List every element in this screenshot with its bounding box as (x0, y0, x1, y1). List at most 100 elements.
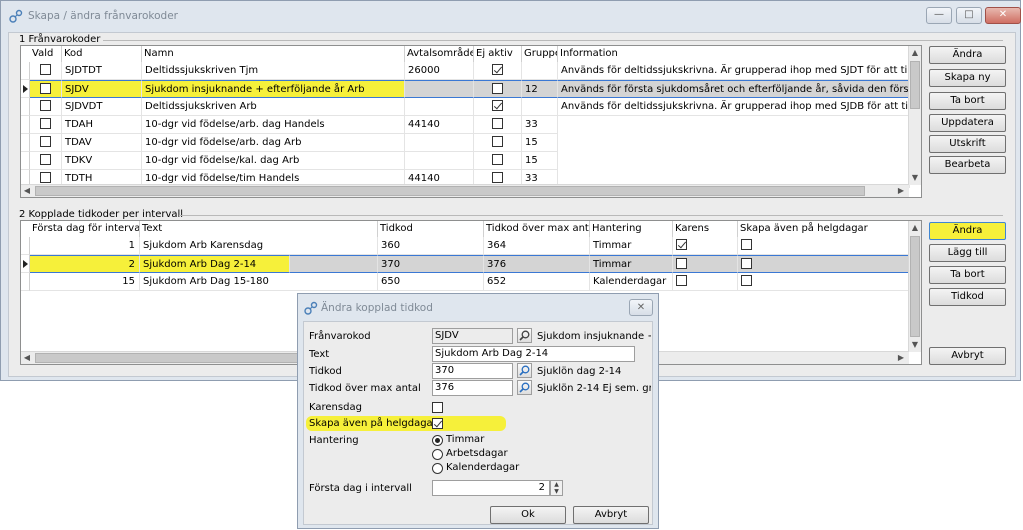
ej-aktiv-checkbox[interactable] (492, 63, 503, 75)
grid1-horizontal-scrollbar[interactable]: ◀ ▶ (21, 184, 909, 197)
avbryt-main-button[interactable]: Avbryt (929, 347, 1006, 365)
ej-aktiv-checkbox[interactable] (492, 117, 503, 129)
col-header-grupperad[interactable]: Grupperad (522, 46, 558, 62)
col-header-text[interactable]: Text (140, 221, 378, 237)
tidkod-lookup-button[interactable] (517, 363, 532, 378)
radio-kalenderdagar-label[interactable]: Kalenderdagar (446, 462, 519, 473)
franvarokod-lookup-button[interactable] (517, 328, 532, 343)
radio-arbetsdagar-label[interactable]: Arbetsdagar (446, 448, 508, 459)
table-row-selected[interactable]: 2 Sjukdom Arb Dag 2-14 370 376 Timmar (21, 255, 921, 273)
andra-tidkod-button[interactable]: Ändra (929, 222, 1006, 240)
row-header[interactable] (21, 116, 30, 134)
scroll-thumb[interactable] (35, 353, 315, 363)
helg-checkbox[interactable] (741, 238, 752, 250)
uppdatera-button[interactable]: Uppdatera (929, 114, 1006, 132)
scroll-right-icon[interactable]: ▶ (895, 185, 907, 197)
close-button[interactable]: ✕ (985, 7, 1021, 24)
col-header-ej-aktiv[interactable]: Ej aktiv (474, 46, 522, 62)
vald-checkbox[interactable] (40, 153, 51, 165)
scroll-thumb[interactable] (910, 61, 920, 109)
row-header[interactable] (21, 98, 30, 116)
ta-bort-button[interactable]: Ta bort (929, 92, 1006, 110)
dialog-close-button[interactable]: ✕ (629, 299, 653, 316)
grid1-vertical-scrollbar[interactable]: ▲ ▼ (908, 46, 921, 185)
ej-aktiv-checkbox[interactable] (492, 153, 503, 165)
radio-timmar[interactable] (432, 435, 443, 446)
table-row[interactable]: SJDTDT Deltidssjukskriven Tjm 26000 Anvä… (21, 62, 921, 80)
col-header-avtalsomrade[interactable]: Avtalsområde (405, 46, 474, 62)
helg-checkbox[interactable] (741, 274, 752, 286)
spin-up-icon[interactable]: ▲ (551, 481, 562, 488)
ej-aktiv-checkbox[interactable] (492, 99, 503, 111)
col-header-vald[interactable]: Vald (30, 46, 62, 62)
ej-aktiv-checkbox[interactable] (492, 135, 503, 147)
scroll-left-icon[interactable]: ◀ (21, 185, 33, 197)
vald-checkbox[interactable] (40, 82, 51, 94)
helg-checkbox[interactable] (741, 257, 752, 269)
col-header-information[interactable]: Information (558, 46, 910, 62)
radio-timmar-label[interactable]: Timmar (446, 434, 484, 445)
table-row[interactable]: 15 Sjukdom Arb Dag 15-180 650 652 Kalend… (21, 273, 921, 291)
forsta-dag-field[interactable]: 2 (432, 480, 550, 496)
utskrift-button[interactable]: Utskrift (929, 135, 1006, 153)
radio-kalenderdagar[interactable] (432, 463, 443, 474)
vald-checkbox[interactable] (40, 171, 51, 183)
minimize-button[interactable]: — (926, 7, 952, 24)
col-header-forsta-dag[interactable]: Första dag för intervall (30, 221, 140, 237)
scroll-thumb[interactable] (35, 186, 865, 196)
vald-checkbox[interactable] (40, 135, 51, 147)
avbryt-dialog-button[interactable]: Avbryt (573, 506, 649, 524)
karensdag-checkbox[interactable] (432, 402, 443, 413)
col-header-karens[interactable]: Karens (673, 221, 738, 237)
scroll-left-icon[interactable]: ◀ (21, 352, 33, 364)
skapa-ny-button[interactable]: Skapa ny (929, 69, 1006, 87)
col-header-tidkod-over-max[interactable]: Tidkod över max antal (484, 221, 590, 237)
scroll-down-icon[interactable]: ▼ (909, 172, 921, 184)
vald-checkbox[interactable] (40, 117, 51, 129)
helg-checkbox[interactable] (432, 418, 443, 429)
row-header[interactable] (21, 152, 30, 170)
row-header[interactable] (21, 134, 30, 152)
table-row-selected[interactable]: SJDV Sjukdom insjuknande + efterföljande… (21, 80, 921, 98)
scroll-right-icon[interactable]: ▶ (895, 352, 907, 364)
maximize-button[interactable]: □ (956, 7, 982, 24)
col-header-tidkod[interactable]: Tidkod (378, 221, 484, 237)
grid2-vertical-scrollbar[interactable]: ▲ ▼ (908, 221, 921, 352)
spin-down-icon[interactable]: ▼ (551, 488, 562, 495)
title-bar[interactable]: Skapa / ändra frånvarokoder — □ ✕ (1, 1, 1021, 31)
table-row[interactable]: 1 Sjukdom Arb Karensdag 360 364 Timmar (21, 237, 921, 255)
scroll-up-icon[interactable]: ▲ (909, 222, 921, 234)
table-row[interactable]: TDKV 10-dgr vid födelse/kal. dag Arb 15 (21, 152, 921, 170)
table-row[interactable]: TDAH 10-dgr vid födelse/arb. dag Handels… (21, 116, 921, 134)
bearbeta-button[interactable]: Bearbeta (929, 156, 1006, 174)
forsta-dag-spinner[interactable]: ▲ ▼ (550, 480, 563, 496)
ok-button[interactable]: Ok (490, 506, 566, 524)
andra-button[interactable]: Ändra (929, 46, 1006, 64)
vald-checkbox[interactable] (40, 63, 51, 75)
table-row[interactable]: SJDVDT Deltidssjukskriven Arb Används fö… (21, 98, 921, 116)
row-header[interactable] (21, 62, 30, 80)
col-header-skapa-helg[interactable]: Skapa även på helgdagar (738, 221, 910, 237)
col-header-kod[interactable]: Kod (62, 46, 142, 62)
ta-bort-tidkod-button[interactable]: Ta bort (929, 266, 1006, 284)
row-header[interactable] (21, 80, 30, 98)
karens-checkbox[interactable] (676, 257, 687, 269)
row-header[interactable] (21, 273, 30, 291)
row-header[interactable] (21, 237, 30, 255)
scroll-up-icon[interactable]: ▲ (909, 47, 921, 59)
over-max-lookup-button[interactable] (517, 380, 532, 395)
ej-aktiv-checkbox[interactable] (492, 82, 503, 94)
karens-checkbox[interactable] (676, 274, 687, 286)
vald-checkbox[interactable] (40, 99, 51, 111)
radio-arbetsdagar[interactable] (432, 449, 443, 460)
tidkod-field[interactable]: 370 (432, 363, 513, 379)
ej-aktiv-checkbox[interactable] (492, 171, 503, 183)
tidkod-button[interactable]: Tidkod (929, 288, 1006, 306)
row-header[interactable] (21, 255, 30, 273)
lagg-till-button[interactable]: Lägg till (929, 244, 1006, 262)
scroll-down-icon[interactable]: ▼ (909, 339, 921, 351)
col-header-namn[interactable]: Namn (142, 46, 405, 62)
scroll-thumb[interactable] (910, 236, 920, 337)
karens-checkbox[interactable] (676, 238, 687, 250)
over-max-field[interactable]: 376 (432, 380, 513, 396)
